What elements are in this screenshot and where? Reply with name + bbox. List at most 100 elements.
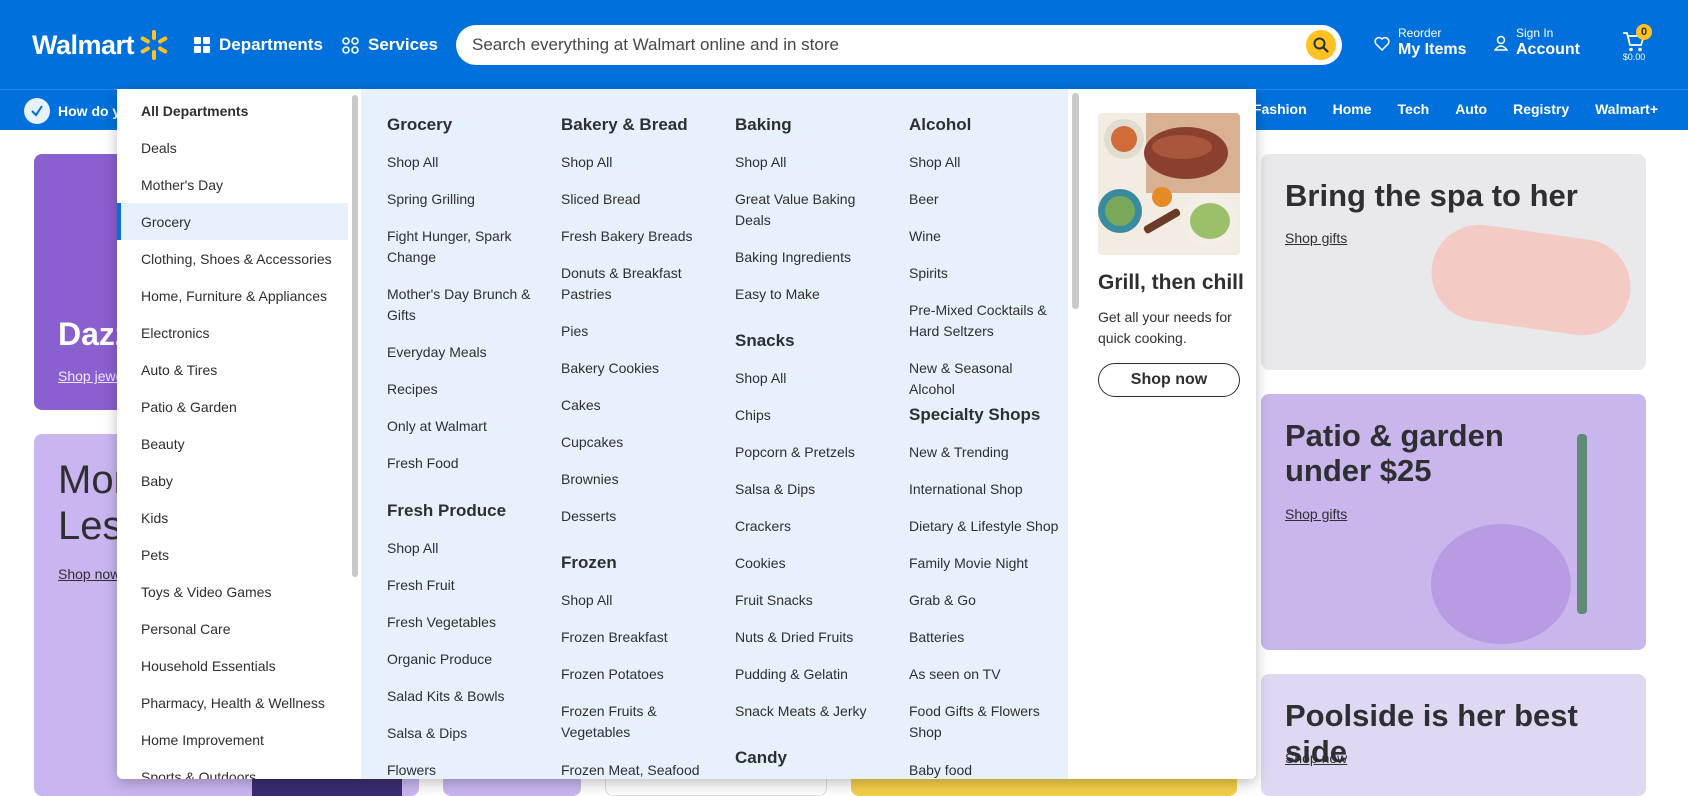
- patio-banner[interactable]: Patio & garden under $25 Shop gifts: [1261, 394, 1646, 650]
- subnav-link-fashion[interactable]: Fashion: [1253, 101, 1307, 117]
- category-link[interactable]: Organic Produce: [387, 649, 537, 670]
- category-link[interactable]: Salad Kits & Bowls: [387, 686, 537, 707]
- department-item-kids[interactable]: Kids: [117, 499, 348, 536]
- category-link[interactable]: Cupcakes: [561, 432, 711, 453]
- category-link[interactable]: Nuts & Dried Fruits: [735, 627, 885, 648]
- category-link[interactable]: Bakery Cookies: [561, 358, 711, 379]
- category-link[interactable]: Salsa & Dips: [387, 723, 537, 744]
- category-link[interactable]: Pre-Mixed Cocktails & Hard Seltzers: [909, 300, 1059, 342]
- category-link[interactable]: Grab & Go: [909, 590, 1059, 611]
- column-heading[interactable]: Snacks: [735, 331, 895, 351]
- services-button[interactable]: Services: [342, 30, 438, 60]
- mothers-day-link[interactable]: Shop now: [58, 566, 120, 582]
- category-link[interactable]: Great Value Baking Deals: [735, 189, 885, 231]
- category-link[interactable]: Brownies: [561, 469, 711, 490]
- category-link[interactable]: Frozen Fruits & Vegetables: [561, 701, 711, 743]
- category-link[interactable]: Batteries: [909, 627, 1059, 648]
- department-item-electronics[interactable]: Electronics: [117, 314, 348, 351]
- category-link[interactable]: Easy to Make: [735, 284, 885, 305]
- category-link[interactable]: Spirits: [909, 263, 1059, 284]
- category-link[interactable]: New & Seasonal Alcohol: [909, 358, 1059, 400]
- departments-scrollbar[interactable]: [349, 89, 361, 779]
- column-heading[interactable]: Bakery & Bread: [561, 115, 721, 135]
- department-item-sports[interactable]: Sports & Outdoors: [117, 758, 348, 780]
- category-link[interactable]: Fight Hunger, Spark Change: [387, 226, 537, 268]
- search-button[interactable]: [1306, 30, 1336, 60]
- subnav-link-registry[interactable]: Registry: [1513, 101, 1569, 117]
- column-heading[interactable]: Candy: [735, 748, 895, 768]
- category-link[interactable]: Shop All: [735, 368, 885, 389]
- category-link[interactable]: Dietary & Lifestyle Shop: [909, 516, 1059, 537]
- category-link[interactable]: Popcorn & Pretzels: [735, 442, 885, 463]
- category-link[interactable]: Fresh Bakery Breads: [561, 226, 711, 247]
- subnav-link-auto[interactable]: Auto: [1455, 101, 1487, 117]
- department-item-personal-care[interactable]: Personal Care: [117, 610, 348, 647]
- category-link[interactable]: Crackers: [735, 516, 885, 537]
- reorder-link[interactable]: Reorder My Items: [1374, 26, 1466, 60]
- category-link[interactable]: Cookies: [735, 553, 885, 574]
- category-link[interactable]: Shop All: [561, 590, 711, 611]
- category-link[interactable]: Pies: [561, 321, 711, 342]
- spa-banner[interactable]: Bring the spa to her Shop gifts: [1261, 154, 1646, 370]
- category-link[interactable]: Desserts: [561, 506, 711, 527]
- category-link[interactable]: Baby food: [909, 760, 1059, 779]
- departments-button[interactable]: Departments: [194, 30, 323, 60]
- departments-scroll-thumb[interactable]: [352, 95, 358, 577]
- department-item-home[interactable]: Home, Furniture & Appliances: [117, 277, 348, 314]
- department-item-beauty[interactable]: Beauty: [117, 425, 348, 462]
- category-link[interactable]: Flowers: [387, 760, 537, 779]
- department-item-grocery[interactable]: Grocery: [117, 203, 348, 240]
- poolside-banner-link[interactable]: Shop now: [1285, 750, 1347, 766]
- department-item-mothers-day[interactable]: Mother's Day: [117, 166, 348, 203]
- category-link[interactable]: Spring Grilling: [387, 189, 537, 210]
- poolside-banner[interactable]: Poolside is her best side Shop now: [1261, 674, 1646, 796]
- category-link[interactable]: Fresh Vegetables: [387, 612, 537, 633]
- subcategory-scroll-thumb[interactable]: [1072, 93, 1079, 309]
- category-link[interactable]: Fresh Fruit: [387, 575, 537, 596]
- category-link[interactable]: New & Trending: [909, 442, 1059, 463]
- column-heading[interactable]: Baking: [735, 115, 895, 135]
- delivery-prompt[interactable]: How do yo: [24, 98, 129, 124]
- category-link[interactable]: Fresh Food: [387, 453, 537, 474]
- category-link[interactable]: Shop All: [561, 152, 711, 173]
- category-link[interactable]: International Shop: [909, 479, 1059, 500]
- category-link[interactable]: Recipes: [387, 379, 537, 400]
- department-item-baby[interactable]: Baby: [117, 462, 348, 499]
- patio-banner-link[interactable]: Shop gifts: [1285, 506, 1347, 522]
- column-heading[interactable]: Specialty Shops: [909, 405, 1068, 425]
- category-link[interactable]: Everyday Meals: [387, 342, 537, 363]
- category-link[interactable]: Shop All: [735, 152, 885, 173]
- category-link[interactable]: Sliced Bread: [561, 189, 711, 210]
- category-link[interactable]: Snack Meats & Jerky: [735, 701, 885, 722]
- category-link[interactable]: Fruit Snacks: [735, 590, 885, 611]
- column-heading[interactable]: Grocery: [387, 115, 547, 135]
- category-link[interactable]: Shop All: [387, 152, 537, 173]
- department-item-all[interactable]: All Departments: [117, 92, 348, 129]
- department-item-clothing[interactable]: Clothing, Shoes & Accessories: [117, 240, 348, 277]
- walmart-logo[interactable]: Walmart: [32, 28, 170, 62]
- account-link[interactable]: Sign In Account: [1494, 26, 1580, 60]
- category-link[interactable]: Donuts & Breakfast Pastries: [561, 263, 711, 305]
- department-item-home-improvement[interactable]: Home Improvement: [117, 721, 348, 758]
- department-item-toys[interactable]: Toys & Video Games: [117, 573, 348, 610]
- column-heading[interactable]: Alcohol: [909, 115, 1068, 135]
- category-link[interactable]: Frozen Meat, Seafood &: [561, 760, 711, 779]
- category-link[interactable]: Only at Walmart: [387, 416, 537, 437]
- department-item-pharmacy[interactable]: Pharmacy, Health & Wellness: [117, 684, 348, 721]
- promo-shop-now-button[interactable]: Shop now: [1098, 363, 1240, 397]
- spa-banner-link[interactable]: Shop gifts: [1285, 230, 1347, 246]
- subnav-link-tech[interactable]: Tech: [1398, 101, 1430, 117]
- search-input[interactable]: [472, 35, 1292, 55]
- category-link[interactable]: Mother's Day Brunch & Gifts: [387, 284, 537, 326]
- category-link[interactable]: Chips: [735, 405, 885, 426]
- subnav-link-home[interactable]: Home: [1333, 101, 1372, 117]
- category-link[interactable]: Frozen Potatoes: [561, 664, 711, 685]
- category-link[interactable]: Beer: [909, 189, 1059, 210]
- subcategory-scrollbar[interactable]: [1068, 89, 1082, 779]
- category-link[interactable]: Family Movie Night: [909, 553, 1059, 574]
- department-item-patio[interactable]: Patio & Garden: [117, 388, 348, 425]
- department-item-deals[interactable]: Deals: [117, 129, 348, 166]
- category-link[interactable]: Wine: [909, 226, 1059, 247]
- category-link[interactable]: Pudding & Gelatin: [735, 664, 885, 685]
- category-link[interactable]: Baking Ingredients: [735, 247, 885, 268]
